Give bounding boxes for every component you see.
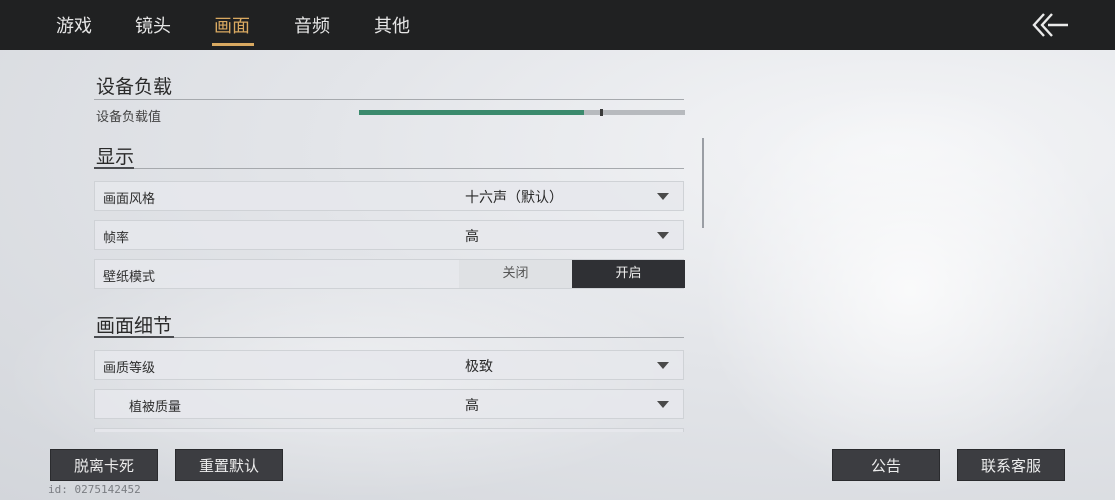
section-underline [94, 167, 134, 169]
setting-row-quality: 画质等级 极致 [94, 350, 684, 380]
setting-label: 画面风格 [103, 192, 156, 207]
back-button[interactable] [1028, 10, 1072, 40]
device-load-bar [359, 109, 685, 116]
caret-down-icon [657, 193, 669, 200]
dropdown-value: 极致 [465, 359, 493, 375]
tab-graphics[interactable]: 画面 [214, 12, 250, 38]
tab-game[interactable]: 游戏 [56, 12, 92, 38]
scrollbar[interactable] [702, 138, 704, 228]
background-fog [700, 80, 1115, 500]
caret-down-icon [657, 232, 669, 239]
tab-other[interactable]: 其他 [374, 12, 410, 38]
section-underline [94, 336, 174, 338]
dropdown-value: 高 [465, 229, 479, 245]
tab-audio[interactable]: 音频 [294, 12, 330, 38]
unstuck-button[interactable]: 脱离卡死 [50, 449, 158, 481]
setting-label: 帧率 [103, 231, 130, 246]
reset-default-button[interactable]: 重置默认 [175, 449, 283, 481]
active-tab-indicator [212, 43, 254, 46]
caret-down-icon [657, 401, 669, 408]
dropdown-value: 高 [465, 398, 479, 414]
setting-row-partial [94, 428, 684, 432]
setting-label: 画质等级 [103, 361, 156, 376]
divider [94, 99, 684, 100]
device-load-label: 设备负载值 [96, 110, 162, 125]
framerate-dropdown[interactable]: 高 [459, 221, 685, 249]
divider [174, 337, 684, 338]
section-title-display: 显示 [96, 146, 135, 168]
caret-down-icon [657, 362, 669, 369]
setting-row-style: 画面风格 十六声（默认） [94, 181, 684, 211]
device-load-marker [600, 109, 604, 116]
wallpaper-on-button[interactable]: 开启 [572, 260, 685, 288]
top-tab-bar: 游戏 镜头 画面 音频 其他 [0, 0, 1115, 50]
setting-row-wallpaper: 壁纸模式 关闭 开启 [94, 259, 685, 289]
tab-camera[interactable]: 镜头 [135, 12, 171, 38]
notice-button[interactable]: 公告 [832, 449, 940, 481]
setting-row-vegetation: 植被质量 高 [94, 389, 684, 419]
divider [134, 168, 684, 169]
customer-service-button[interactable]: 联系客服 [957, 449, 1065, 481]
setting-row-framerate: 帧率 高 [94, 220, 684, 250]
vegetation-dropdown[interactable]: 高 [459, 390, 685, 418]
device-load-fill [359, 110, 584, 115]
section-title-device-load: 设备负载 [96, 76, 173, 98]
user-id: id: 0275142452 [48, 483, 141, 496]
quality-dropdown[interactable]: 极致 [459, 351, 685, 379]
setting-label: 壁纸模式 [103, 270, 156, 285]
dropdown-value: 十六声（默认） [465, 190, 563, 206]
setting-label: 植被质量 [129, 400, 182, 415]
double-chevron-left-icon [1032, 13, 1068, 37]
section-title-detail: 画面细节 [96, 315, 173, 337]
wallpaper-off-button[interactable]: 关闭 [459, 260, 572, 288]
style-dropdown[interactable]: 十六声（默认） [459, 182, 685, 210]
